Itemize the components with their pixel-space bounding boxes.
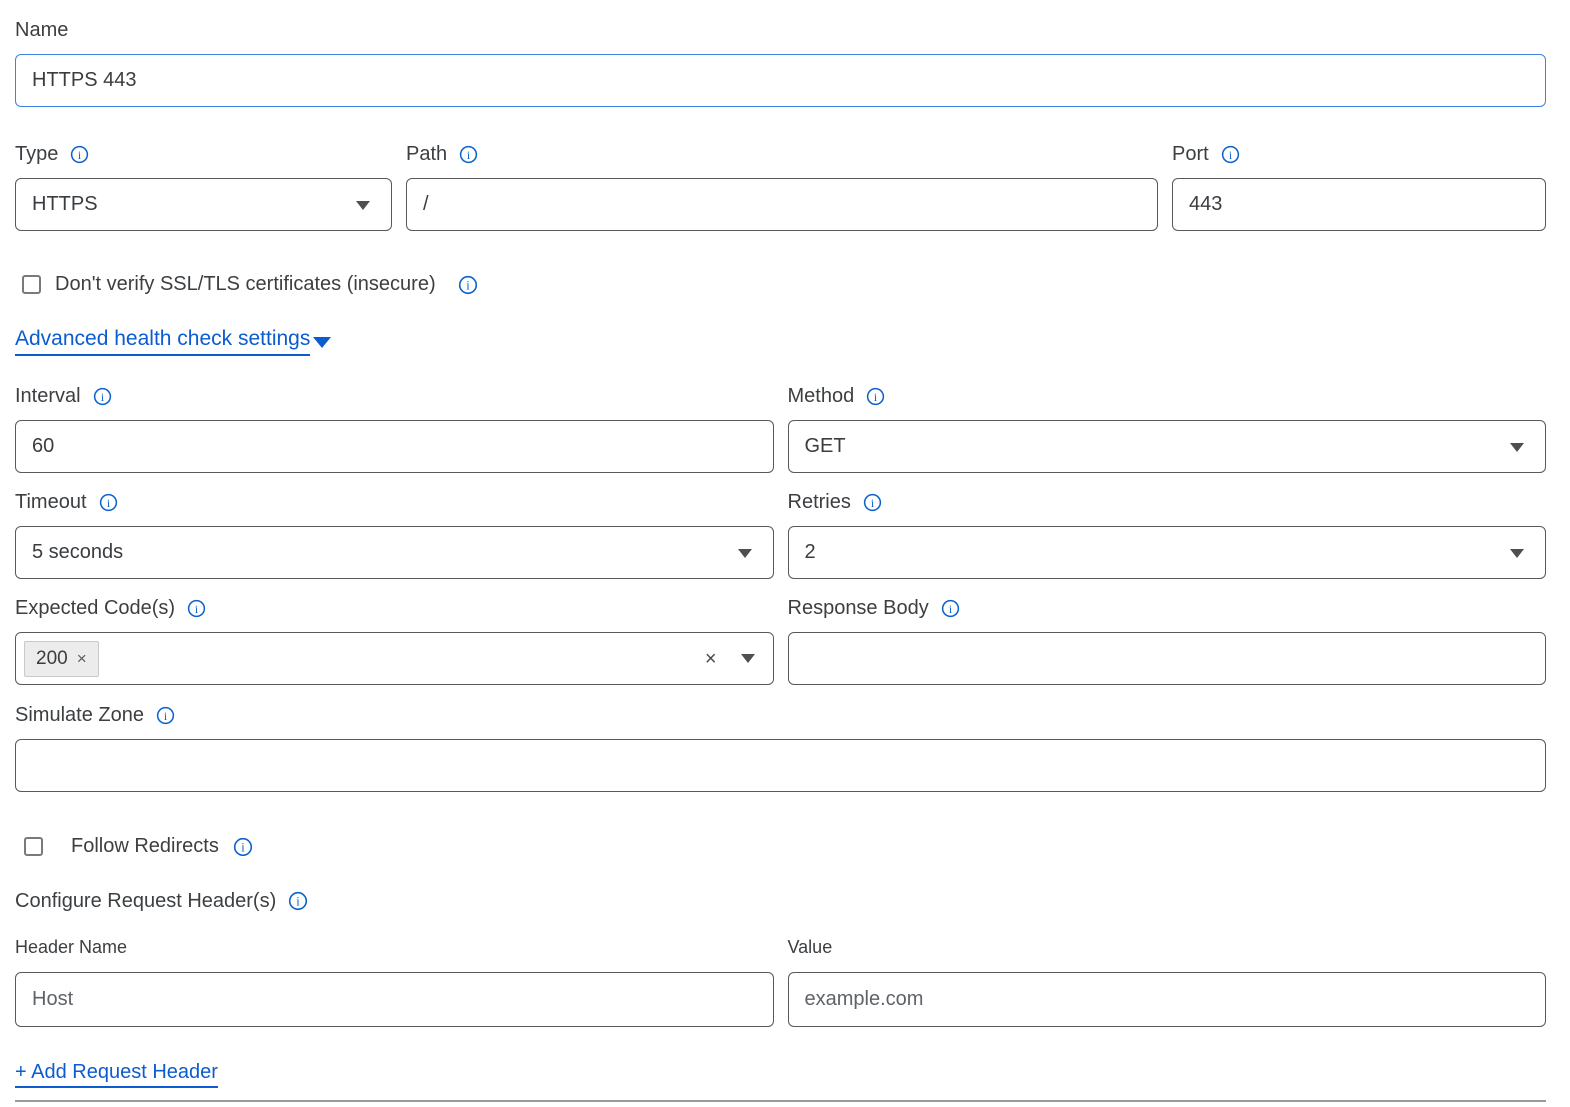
path-input[interactable]	[406, 178, 1158, 231]
method-field: Method i GET	[788, 384, 1547, 473]
svg-text:i: i	[106, 495, 110, 509]
type-path-port-row: Type i HTTPS Path i Port	[15, 142, 1546, 231]
chevron-down-icon	[738, 549, 752, 558]
response-body-label: Response Body	[788, 596, 929, 620]
advanced-link-label: Advanced health check settings	[15, 327, 310, 356]
header-name-input[interactable]	[15, 972, 774, 1027]
retries-label: Retries	[788, 490, 851, 514]
type-field: Type i HTTPS	[15, 142, 392, 231]
follow-redirects-label: Follow Redirects	[71, 835, 219, 858]
type-select[interactable]: HTTPS	[15, 178, 392, 231]
simulate-zone-field: Simulate Zone i	[15, 703, 1546, 792]
timeout-field: Timeout i 5 seconds	[15, 490, 774, 579]
header-value-input[interactable]	[788, 972, 1547, 1027]
interval-field: Interval i	[15, 384, 774, 473]
expected-code-tag-value: 200	[36, 648, 68, 670]
info-icon[interactable]: i	[156, 706, 175, 725]
method-select-value: GET	[805, 435, 846, 458]
chevron-down-icon	[1510, 549, 1524, 558]
header-value-label: Value	[788, 937, 1547, 958]
svg-text:i: i	[164, 708, 168, 722]
advanced-health-check-settings-link[interactable]: Advanced health check settings	[15, 327, 331, 356]
dont-verify-ssl-checkbox[interactable]	[22, 275, 41, 294]
simulate-zone-label: Simulate Zone	[15, 703, 144, 727]
remove-tag-icon[interactable]: ×	[77, 650, 87, 667]
chevron-down-icon	[356, 201, 370, 210]
svg-text:i: i	[871, 495, 875, 509]
dont-verify-ssl-label: Don't verify SSL/TLS certificates (insec…	[55, 273, 436, 296]
add-request-header-link[interactable]: + Add Request Header	[15, 1061, 218, 1088]
name-input[interactable]	[15, 54, 1546, 107]
add-request-header-label: + Add Request Header	[15, 1061, 218, 1088]
info-icon[interactable]: i	[99, 493, 118, 512]
svg-text:i: i	[1229, 147, 1233, 161]
info-icon[interactable]: i	[288, 891, 308, 911]
info-icon[interactable]: i	[187, 599, 206, 618]
svg-text:i: i	[297, 895, 301, 909]
request-header-grid: Header Name Value	[15, 937, 1546, 1027]
name-label-row: Name	[15, 18, 1546, 42]
type-select-value: HTTPS	[32, 193, 98, 216]
section-divider	[15, 1100, 1546, 1102]
follow-redirects-checkbox[interactable]	[24, 837, 43, 856]
dont-verify-ssl-row: Don't verify SSL/TLS certificates (insec…	[15, 273, 1546, 296]
method-label: Method	[788, 384, 855, 408]
chevron-down-icon[interactable]	[741, 654, 755, 663]
info-icon[interactable]: i	[1221, 145, 1240, 164]
multiselect-controls: ×	[705, 649, 755, 669]
retries-field: Retries i 2	[788, 490, 1547, 579]
info-icon[interactable]: i	[459, 145, 478, 164]
configure-request-headers-row: Configure Request Header(s) i	[15, 889, 1546, 913]
response-body-input[interactable]	[788, 632, 1547, 685]
port-label: Port	[1172, 142, 1209, 166]
configure-request-headers-label: Configure Request Header(s)	[15, 889, 276, 913]
svg-text:i: i	[949, 601, 953, 615]
response-body-field: Response Body i	[788, 596, 1547, 685]
svg-text:i: i	[241, 840, 245, 854]
health-check-form: Name Type i HTTPS Path i	[0, 0, 1570, 1107]
clear-all-icon[interactable]: ×	[705, 649, 717, 669]
method-select[interactable]: GET	[788, 420, 1547, 473]
chevron-down-icon	[1510, 443, 1524, 452]
svg-text:i: i	[100, 389, 104, 403]
header-value-field: Value	[788, 937, 1547, 1027]
port-field: Port i	[1172, 142, 1546, 231]
info-icon[interactable]: i	[458, 275, 478, 295]
info-icon[interactable]: i	[93, 387, 112, 406]
svg-text:i: i	[874, 389, 878, 403]
simulate-zone-input[interactable]	[15, 739, 1546, 792]
info-icon[interactable]: i	[233, 837, 253, 857]
path-field: Path i	[406, 142, 1158, 231]
path-label: Path	[406, 142, 447, 166]
timeout-select[interactable]: 5 seconds	[15, 526, 774, 579]
expected-codes-multiselect[interactable]: 200 × ×	[15, 632, 774, 685]
info-icon[interactable]: i	[866, 387, 885, 406]
follow-redirects-row: Follow Redirects i	[15, 835, 1546, 858]
interval-label: Interval	[15, 384, 81, 408]
info-icon[interactable]: i	[941, 599, 960, 618]
timeout-select-value: 5 seconds	[32, 541, 123, 564]
info-icon[interactable]: i	[70, 145, 89, 164]
interval-input[interactable]	[15, 420, 774, 473]
svg-text:i: i	[195, 601, 199, 615]
header-name-field: Header Name	[15, 937, 774, 1027]
timeout-label: Timeout	[15, 490, 87, 514]
expected-codes-field: Expected Code(s) i 200 × ×	[15, 596, 774, 685]
retries-select-value: 2	[805, 541, 816, 564]
header-name-label: Header Name	[15, 937, 774, 958]
triangle-down-icon	[313, 337, 331, 348]
svg-text:i: i	[466, 278, 470, 292]
name-label: Name	[15, 18, 68, 42]
type-label: Type	[15, 142, 58, 166]
retries-select[interactable]: 2	[788, 526, 1547, 579]
info-icon[interactable]: i	[863, 493, 882, 512]
svg-text:i: i	[78, 147, 82, 161]
expected-code-tag: 200 ×	[24, 641, 99, 677]
advanced-settings-grid: Interval i Method i GET Timeout	[15, 384, 1546, 685]
expected-codes-label: Expected Code(s)	[15, 596, 175, 620]
port-input[interactable]	[1172, 178, 1546, 231]
svg-text:i: i	[467, 147, 471, 161]
